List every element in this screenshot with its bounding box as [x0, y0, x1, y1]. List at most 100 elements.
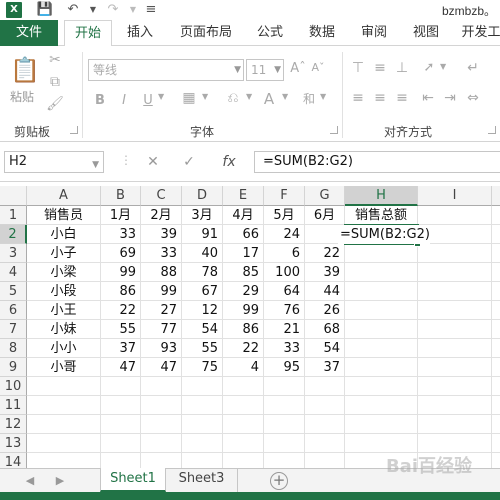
cell-j2[interactable] [492, 225, 500, 244]
font-launcher-icon[interactable] [330, 126, 338, 134]
cell-j7[interactable] [492, 320, 500, 339]
cell-g10[interactable] [305, 377, 345, 396]
cell-b11[interactable] [101, 396, 141, 415]
cell-j12[interactable] [492, 415, 500, 434]
cell-c7[interactable]: 77 [141, 320, 182, 339]
chevron-down-icon[interactable]: ▼ [202, 92, 208, 101]
cell-b7[interactable]: 55 [101, 320, 141, 339]
cell-i1[interactable] [418, 206, 492, 225]
align-middle-icon[interactable]: ≡ [370, 60, 390, 76]
cell-i9[interactable] [418, 358, 492, 377]
cell-c10[interactable] [141, 377, 182, 396]
cell-f13[interactable] [264, 434, 305, 453]
cell-h6[interactable] [345, 301, 418, 320]
cell-f4[interactable]: 100 [264, 263, 305, 282]
tab-developer[interactable]: 开发工 [456, 20, 500, 46]
cell-a9[interactable]: 小哥 [27, 358, 101, 377]
cell-c12[interactable] [141, 415, 182, 434]
cell-b1[interactable]: 1月 [101, 206, 141, 225]
cell-e9[interactable]: 4 [223, 358, 264, 377]
cell-c6[interactable]: 27 [141, 301, 182, 320]
cell-c13[interactable] [141, 434, 182, 453]
cell-d14[interactable] [182, 453, 223, 468]
cell-f2[interactable]: 24 [264, 225, 305, 244]
cell-h10[interactable] [345, 377, 418, 396]
cell-f14[interactable] [264, 453, 305, 468]
underline-button[interactable]: U [138, 90, 158, 112]
cell-a14[interactable] [27, 453, 101, 468]
column-header-b[interactable]: B [101, 186, 141, 206]
cell-g11[interactable] [305, 396, 345, 415]
row-header[interactable]: 9 [0, 358, 27, 377]
cell-f7[interactable]: 21 [264, 320, 305, 339]
sheet-next-icon[interactable]: ▶ [52, 472, 68, 490]
column-header-f[interactable]: F [264, 186, 305, 206]
cut-icon[interactable]: ✂ [46, 52, 64, 68]
cell-i10[interactable] [418, 377, 492, 396]
cell-i7[interactable] [418, 320, 492, 339]
formula-input[interactable]: =SUM(B2:G2) [254, 151, 500, 173]
cell-d8[interactable]: 55 [182, 339, 223, 358]
cell-c3[interactable]: 33 [141, 244, 182, 263]
active-cell-editor[interactable]: =SUM(B2:G2) [338, 225, 430, 244]
cell-e8[interactable]: 22 [223, 339, 264, 358]
align-top-icon[interactable]: ⊤ [348, 60, 368, 76]
cell-b12[interactable] [101, 415, 141, 434]
cell-f1[interactable]: 5月 [264, 206, 305, 225]
bold-button[interactable]: B [90, 90, 110, 112]
cell-a11[interactable] [27, 396, 101, 415]
tab-data[interactable]: 数据 [302, 20, 342, 46]
wrap-text-icon[interactable]: ↵ [462, 60, 484, 76]
row-header[interactable]: 5 [0, 282, 27, 301]
undo-dropdown-icon[interactable]: ▼ [84, 1, 102, 19]
cell-a13[interactable] [27, 434, 101, 453]
cell-d13[interactable] [182, 434, 223, 453]
cell-g13[interactable] [305, 434, 345, 453]
cell-i13[interactable] [418, 434, 492, 453]
orientation-icon[interactable]: ➚ [418, 60, 440, 75]
column-header-i[interactable]: I [418, 186, 492, 206]
chevron-down-icon[interactable]: ▼ [440, 62, 446, 71]
cell-b14[interactable] [101, 453, 141, 468]
row-header[interactable]: 8 [0, 339, 27, 358]
chevron-down-icon[interactable]: ▼ [158, 92, 164, 101]
cell-i3[interactable] [418, 244, 492, 263]
paste-icon[interactable]: 📋 [10, 54, 40, 86]
cell-e6[interactable]: 99 [223, 301, 264, 320]
cell-c1[interactable]: 2月 [141, 206, 182, 225]
cell-g1[interactable]: 6月 [305, 206, 345, 225]
cell-h1[interactable]: 销售总额 [345, 206, 418, 225]
insert-function-button[interactable]: fx [216, 151, 242, 173]
cell-g6[interactable]: 26 [305, 301, 345, 320]
cell-e13[interactable] [223, 434, 264, 453]
cell-g14[interactable] [305, 453, 345, 468]
cell-g4[interactable]: 39 [305, 263, 345, 282]
add-sheet-button[interactable]: + [270, 472, 288, 490]
cell-a12[interactable] [27, 415, 101, 434]
cell-b13[interactable] [101, 434, 141, 453]
cell-g7[interactable]: 68 [305, 320, 345, 339]
cell-d2[interactable]: 91 [182, 225, 223, 244]
column-header-c[interactable]: C [141, 186, 182, 206]
cell-b10[interactable] [101, 377, 141, 396]
column-header-d[interactable]: D [182, 186, 223, 206]
row-header[interactable]: 10 [0, 377, 27, 396]
cell-e5[interactable]: 29 [223, 282, 264, 301]
cell-d12[interactable] [182, 415, 223, 434]
cell-j11[interactable] [492, 396, 500, 415]
cell-d6[interactable]: 12 [182, 301, 223, 320]
cell-j9[interactable] [492, 358, 500, 377]
cell-f12[interactable] [264, 415, 305, 434]
column-header-a[interactable]: A [27, 186, 101, 206]
cell-j5[interactable] [492, 282, 500, 301]
cell-a5[interactable]: 小段 [27, 282, 101, 301]
italic-button[interactable]: I [114, 90, 134, 112]
cancel-formula-button[interactable]: ✕ [140, 151, 166, 173]
column-header-g[interactable]: G [305, 186, 345, 206]
phonetic-guide-icon[interactable]: 和 [296, 90, 322, 107]
cell-a3[interactable]: 小子 [27, 244, 101, 263]
cell-d10[interactable] [182, 377, 223, 396]
row-header[interactable]: 11 [0, 396, 27, 415]
cell-h8[interactable] [345, 339, 418, 358]
cell-d11[interactable] [182, 396, 223, 415]
